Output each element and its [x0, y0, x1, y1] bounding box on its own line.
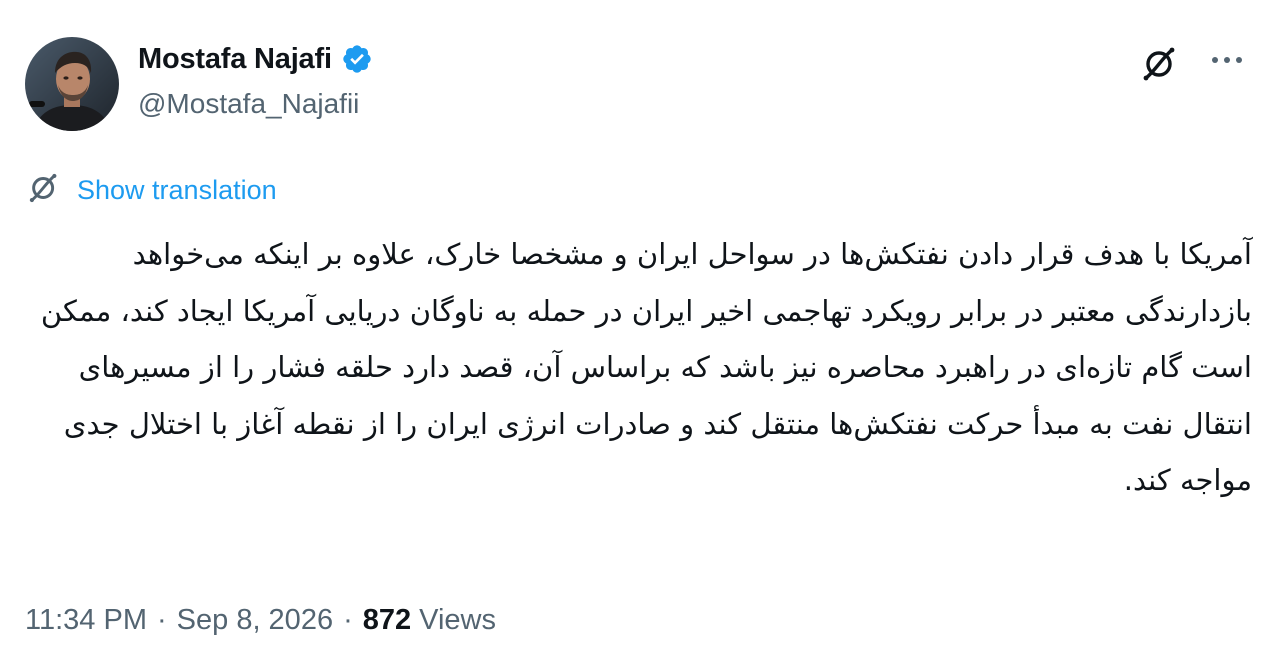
author-handle[interactable]: @Mostafa_Najafii: [138, 88, 359, 120]
tweet-time[interactable]: 11:34 PM: [25, 604, 147, 637]
verified-badge-icon: [341, 43, 373, 75]
views-label: Views: [419, 603, 496, 636]
avatar-photo: [25, 37, 119, 131]
show-translation-button[interactable]: Show translation: [25, 170, 277, 210]
avatar[interactable]: [25, 37, 119, 131]
tweet-date[interactable]: Sep 8, 2026: [177, 604, 333, 637]
translate-icon[interactable]: [1138, 42, 1182, 86]
author-name-row[interactable]: Mostafa Najafi: [138, 41, 373, 77]
tweet-text: آمریکا با هدف قرار دادن نفتکش‌ها در سواح…: [40, 237, 1252, 497]
more-options-icon[interactable]: [1205, 44, 1249, 76]
tweet-card: Mostafa Najafi @Mostafa_Najafii Show tra…: [0, 0, 1280, 669]
translate-icon: [25, 169, 63, 212]
tweet-meta: 11:34 PM · Sep 8, 2026 · 872 Views: [25, 600, 496, 640]
views-count: 872: [362, 603, 412, 636]
show-translation-label: Show translation: [77, 174, 277, 205]
meta-separator: ·: [343, 603, 353, 636]
author-display-name[interactable]: Mostafa Najafi: [138, 43, 332, 76]
meta-separator: ·: [156, 603, 167, 636]
